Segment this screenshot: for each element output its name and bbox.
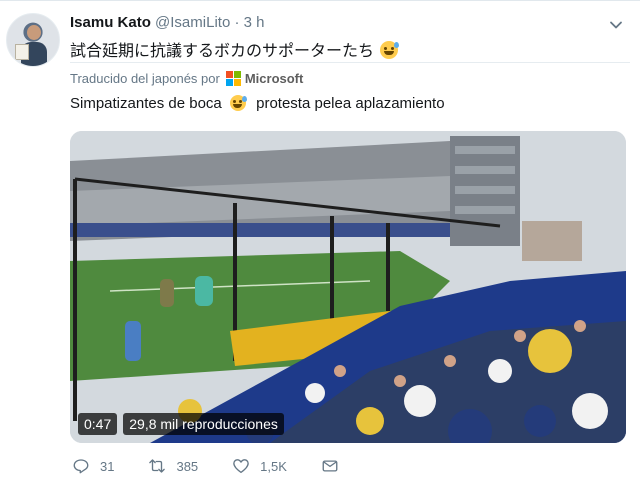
video-duration: 0:47 [78,413,118,435]
like-count: 1,5K [260,458,287,474]
retweet-count: 385 [176,458,199,474]
translated-text-part2: protesta pelea aplazamiento [256,95,445,112]
translation-brand: Microsoft [244,71,304,86]
direct-message-button[interactable] [321,457,349,475]
retweet-button[interactable]: 385 [148,457,198,475]
video-frame [70,131,626,443]
translated-text-part1: Simpatizantes de boca [70,95,222,112]
video-view-count: 29,8 mil reproducciones [123,413,284,435]
grinning-sweat-emoji [380,41,400,59]
translation-attribution: Traducido del japonés por Microsoft [70,71,303,86]
tweet-header: Isamu Kato @IsamiLito · 3 h [70,14,264,31]
avatar[interactable] [6,13,60,67]
divider [70,62,630,63]
reply-button[interactable]: 31 [72,457,114,475]
video-meta: 0:47 29,8 mil reproducciones [78,413,284,435]
like-icon [233,459,249,474]
separator: · [234,14,240,31]
reply-icon [73,459,89,474]
timestamp[interactable]: 3 h [244,14,265,31]
tweet-text-original: 試合延期に抗議するボカのサポーターたち [70,37,400,61]
tweet-text: 試合延期に抗議するボカのサポーターたち [70,43,375,60]
video-player[interactable]: 0:47 29,8 mil reproducciones [70,131,626,443]
tweet-actions: 31 385 1,5K [72,457,383,475]
reply-count: 31 [100,458,115,474]
display-name[interactable]: Isamu Kato [70,14,151,31]
translation-label: Traducido del japonés por [70,71,220,86]
direct-message-icon [322,460,338,472]
retweet-icon [149,459,166,473]
grinning-sweat-emoji [229,95,247,111]
like-button[interactable]: 1,5K [232,457,287,475]
tweet-card: Isamu Kato @IsamiLito · 3 h 試合延期に抗議するボカの… [0,0,640,480]
chevron-down-icon[interactable] [608,17,624,33]
microsoft-logo [225,71,241,86]
tweet-text-translated: Simpatizantes de boca protesta pelea apl… [70,95,445,112]
user-handle[interactable]: @IsamiLito [155,14,230,31]
